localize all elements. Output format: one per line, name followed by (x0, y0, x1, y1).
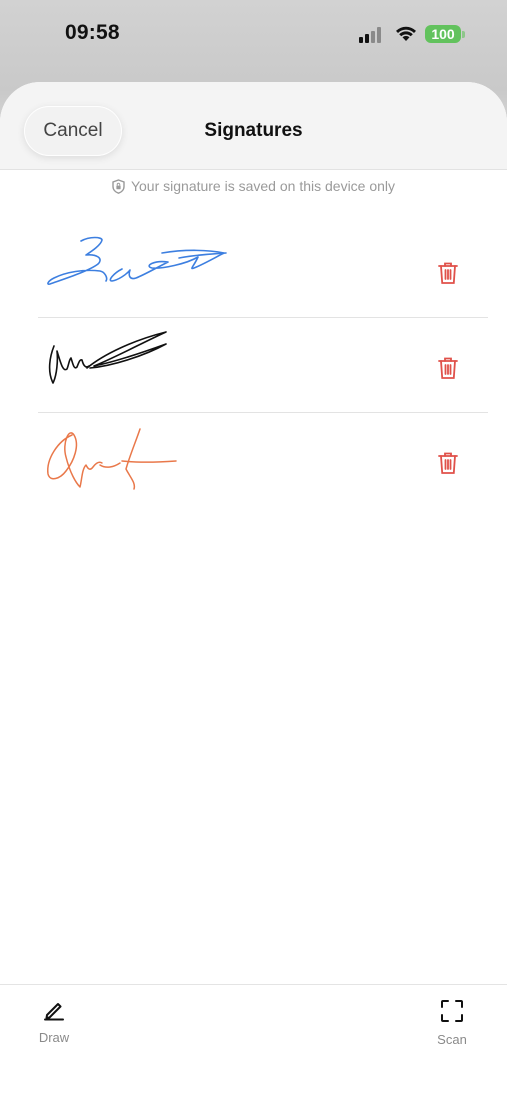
pencil-icon (44, 1003, 64, 1021)
page-title: Signatures (204, 120, 303, 141)
signature-list (38, 223, 488, 507)
battery-tip (462, 31, 465, 38)
signature-image-2 (48, 331, 167, 384)
delete-signature-2-trash-icon[interactable] (436, 355, 460, 381)
battery-indicator: 100 (425, 25, 461, 43)
draw-label: Draw (38, 1030, 70, 1045)
bottom-toolbar: Draw Scan (0, 984, 507, 1100)
signature-image-1 (47, 236, 227, 285)
status-time: 09:58 (65, 21, 120, 44)
signatures-sheet: Cancel Signatures Your signature is save… (0, 82, 507, 1100)
signature-row[interactable] (38, 318, 488, 413)
privacy-notice: Your signature is saved on this device o… (0, 178, 507, 194)
wifi-icon (396, 26, 416, 41)
privacy-notice-text: Your signature is saved on this device o… (130, 178, 396, 194)
screen: 09:58 100 Cancel Signatures Your signatu (0, 0, 507, 1100)
scan-button[interactable]: Scan (417, 999, 487, 1047)
signature-row[interactable] (38, 413, 488, 507)
delete-signature-1-trash-icon[interactable] (436, 260, 460, 286)
signature-image-3 (47, 428, 177, 490)
status-bar: 09:58 100 (0, 0, 507, 70)
scan-frame-icon (441, 1000, 463, 1022)
shield-icon (112, 178, 125, 194)
draw-button[interactable]: Draw (19, 999, 89, 1045)
cellular-signal-icon (359, 27, 381, 43)
scan-label: Scan (437, 1032, 467, 1047)
sheet-header: Cancel Signatures (0, 82, 507, 170)
delete-signature-3-trash-icon[interactable] (436, 450, 460, 476)
signature-row[interactable] (38, 223, 488, 318)
